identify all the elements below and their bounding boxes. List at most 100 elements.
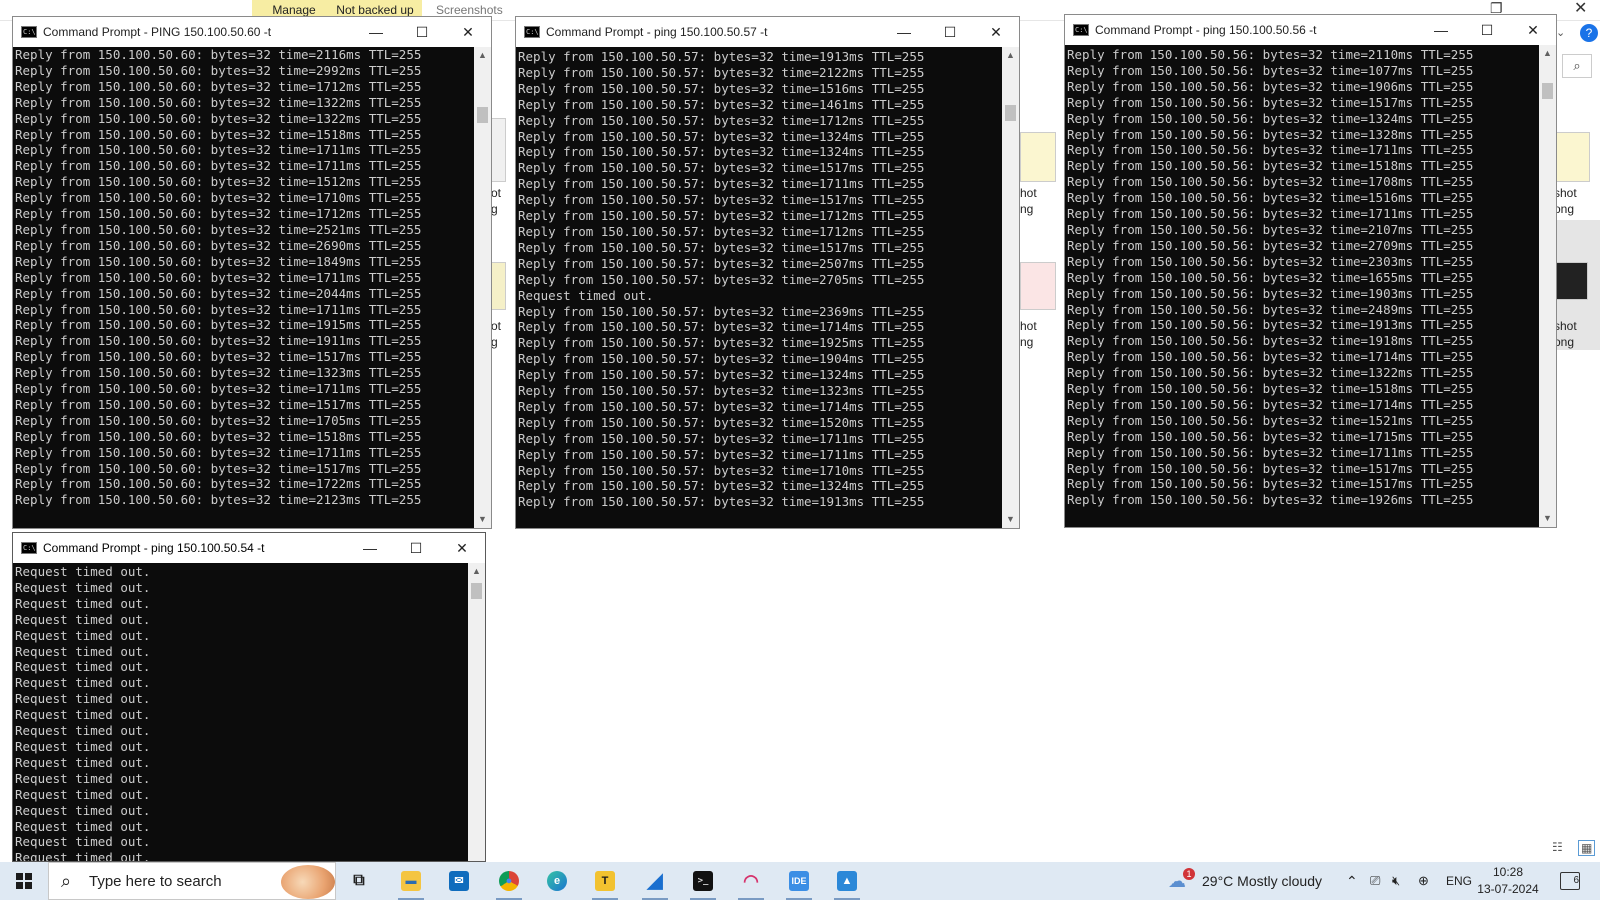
console-line: Reply from 150.100.50.57: bytes=32 time=… — [518, 255, 925, 271]
command-prompt-button[interactable]: >_ — [684, 866, 722, 900]
maximize-icon[interactable]: ☐ — [927, 17, 973, 47]
command-prompt-icon: >_ — [693, 871, 713, 891]
window-title: Command Prompt - ping 150.100.50.56 -t — [1095, 23, 1317, 37]
thumbnail[interactable] — [1556, 262, 1588, 300]
console-line: Reply from 150.100.50.57: bytes=32 time=… — [518, 271, 925, 287]
console-line: Request timed out. — [15, 818, 151, 834]
window-title: Command Prompt - PING 150.100.50.60 -t — [43, 25, 272, 39]
clock-date: 13-07-2024 — [1477, 882, 1539, 896]
cmd-window-ping-54[interactable]: C:\ Command Prompt - ping 150.100.50.54 … — [12, 532, 486, 862]
details-view-icon[interactable]: ☷ — [1552, 840, 1563, 854]
network-app-button[interactable]: ◠ — [732, 866, 770, 900]
scrollbar[interactable]: ▲ ▼ — [474, 47, 491, 528]
close-icon[interactable]: ✕ — [973, 17, 1019, 47]
minimize-icon[interactable]: — — [353, 17, 399, 47]
scroll-thumb[interactable] — [477, 107, 488, 123]
scroll-up-icon[interactable]: ▲ — [1539, 45, 1556, 62]
weather-text[interactable]: 29°C Mostly cloudy — [1202, 862, 1322, 900]
console-line: Reply from 150.100.50.56: bytes=32 time=… — [1067, 301, 1474, 317]
maximize-icon[interactable]: ☐ — [393, 533, 439, 563]
network-icon: ◠ — [743, 871, 759, 891]
command-prompt-icon: C:\ — [524, 26, 540, 38]
clock[interactable]: 10:28 13-07-2024 — [1474, 864, 1542, 898]
console-line: Request timed out. — [15, 738, 151, 754]
thumbnail[interactable] — [1020, 262, 1056, 310]
console-output[interactable]: Reply from 150.100.50.57: bytes=32 time=… — [516, 49, 1002, 528]
large-icons-view-icon[interactable]: ▦ — [1578, 840, 1596, 856]
scroll-down-icon[interactable]: ▼ — [474, 511, 491, 528]
close-icon[interactable]: ✕ — [439, 533, 485, 563]
console-output[interactable]: Reply from 150.100.50.60: bytes=32 time=… — [13, 47, 474, 528]
console-line: Request timed out. — [15, 707, 151, 723]
scroll-thumb[interactable] — [1542, 83, 1553, 99]
cmd-window-ping-56[interactable]: C:\ Command Prompt - ping 150.100.50.56 … — [1064, 14, 1557, 528]
console-line: Request timed out. — [15, 643, 151, 659]
weather-cloud-icon[interactable]: ☁ — [1168, 862, 1186, 900]
scroll-up-icon[interactable]: ▲ — [468, 563, 485, 580]
search-highlight-image — [281, 865, 335, 899]
minimize-icon[interactable]: — — [347, 533, 393, 563]
clock-time: 10:28 — [1492, 865, 1524, 879]
thumbnail-label: ng — [1020, 335, 1034, 349]
maximize-icon[interactable]: ☐ — [399, 17, 445, 47]
console-output[interactable]: Request timed out. Request timed out. Requ… — [13, 564, 468, 861]
thumbnail[interactable] — [1020, 132, 1056, 182]
scrollbar[interactable]: ▲ ▼ — [1002, 47, 1019, 528]
shark-app-button[interactable]: ◢ — [636, 866, 674, 900]
taskbar-search-box[interactable]: ⌕ Type here to search — [48, 862, 336, 900]
console-line: Reply from 150.100.50.57: bytes=32 time=… — [518, 494, 925, 510]
console-line: Request timed out. — [15, 802, 151, 818]
thumbnail[interactable] — [1552, 132, 1590, 182]
start-button[interactable] — [0, 862, 48, 900]
scrollbar[interactable]: ▲ ▼ — [1539, 45, 1556, 527]
speaker-muted-icon[interactable]: 🔇︎ — [1392, 862, 1400, 900]
console-output[interactable]: Reply from 150.100.50.56: bytes=32 time=… — [1065, 47, 1539, 527]
globe-icon[interactable]: ⊕ — [1418, 862, 1429, 900]
close-icon[interactable]: ✕ — [1574, 0, 1587, 18]
scrollbar[interactable]: ▲ — [468, 563, 485, 861]
ide-button[interactable]: IDE — [780, 866, 818, 900]
console-line: Reply from 150.100.50.57: bytes=32 time=… — [518, 398, 925, 414]
console-line: Reply from 150.100.50.57: bytes=32 time=… — [518, 160, 925, 176]
console-line: Reply from 150.100.50.57: bytes=32 time=… — [518, 478, 925, 494]
scroll-thumb[interactable] — [471, 583, 482, 599]
title-bar[interactable]: C:\ Command Prompt - ping 150.100.50.56 … — [1065, 15, 1556, 45]
console-line: Reply from 150.100.50.56: bytes=32 time=… — [1067, 190, 1474, 206]
console-line: Reply from 150.100.50.57: bytes=32 time=… — [518, 80, 925, 96]
scroll-thumb[interactable] — [1005, 105, 1016, 121]
help-icon[interactable]: ? — [1580, 24, 1598, 42]
photos-button[interactable]: ▲ — [828, 866, 866, 900]
minimize-icon[interactable]: — — [881, 17, 927, 47]
t-app-button[interactable]: T — [586, 866, 624, 900]
scroll-down-icon[interactable]: ▼ — [1539, 510, 1556, 527]
ide-icon: IDE — [789, 871, 809, 891]
search-icon[interactable]: ⌕ — [1562, 54, 1592, 78]
title-bar[interactable]: C:\ Command Prompt - ping 150.100.50.54 … — [13, 533, 485, 563]
task-view-button[interactable]: ⧉ — [340, 866, 378, 896]
console-line: Reply from 150.100.50.56: bytes=32 time=… — [1067, 126, 1474, 142]
title-bar[interactable]: C:\ Command Prompt - ping 150.100.50.57 … — [516, 17, 1019, 47]
cmd-window-ping-60[interactable]: C:\ Command Prompt - PING 150.100.50.60 … — [12, 16, 492, 529]
console-line: Reply from 150.100.50.57: bytes=32 time=… — [518, 208, 925, 224]
scroll-down-icon[interactable]: ▼ — [1002, 511, 1019, 528]
device-icon[interactable]: ⎚ — [1370, 862, 1380, 900]
file-explorer-button[interactable]: ▬ — [392, 866, 430, 900]
thumbnail-label: ong — [1554, 335, 1575, 349]
scroll-up-icon[interactable]: ▲ — [1002, 47, 1019, 64]
chevron-up-icon[interactable]: ⌃ — [1346, 862, 1358, 900]
maximize-icon[interactable]: ☐ — [1464, 15, 1510, 45]
cmd-window-ping-57[interactable]: C:\ Command Prompt - ping 150.100.50.57 … — [515, 16, 1020, 529]
language-indicator[interactable]: ENG — [1446, 862, 1472, 900]
close-icon[interactable]: ✕ — [1510, 15, 1556, 45]
weather-alert-badge: 1 — [1183, 868, 1195, 880]
notification-center-icon[interactable]: 6 — [1560, 872, 1580, 890]
close-icon[interactable]: ✕ — [445, 17, 491, 47]
mail-button[interactable]: ✉ — [440, 866, 478, 896]
chevron-down-icon[interactable]: ⌄ — [1556, 26, 1565, 39]
chrome-button[interactable]: ● — [490, 866, 528, 900]
scroll-up-icon[interactable]: ▲ — [474, 47, 491, 64]
title-bar[interactable]: C:\ Command Prompt - PING 150.100.50.60 … — [13, 17, 491, 47]
minimize-icon[interactable]: — — [1418, 15, 1464, 45]
edge-button[interactable]: e — [538, 866, 576, 896]
console-line: Reply from 150.100.50.56: bytes=32 time=… — [1067, 492, 1474, 508]
